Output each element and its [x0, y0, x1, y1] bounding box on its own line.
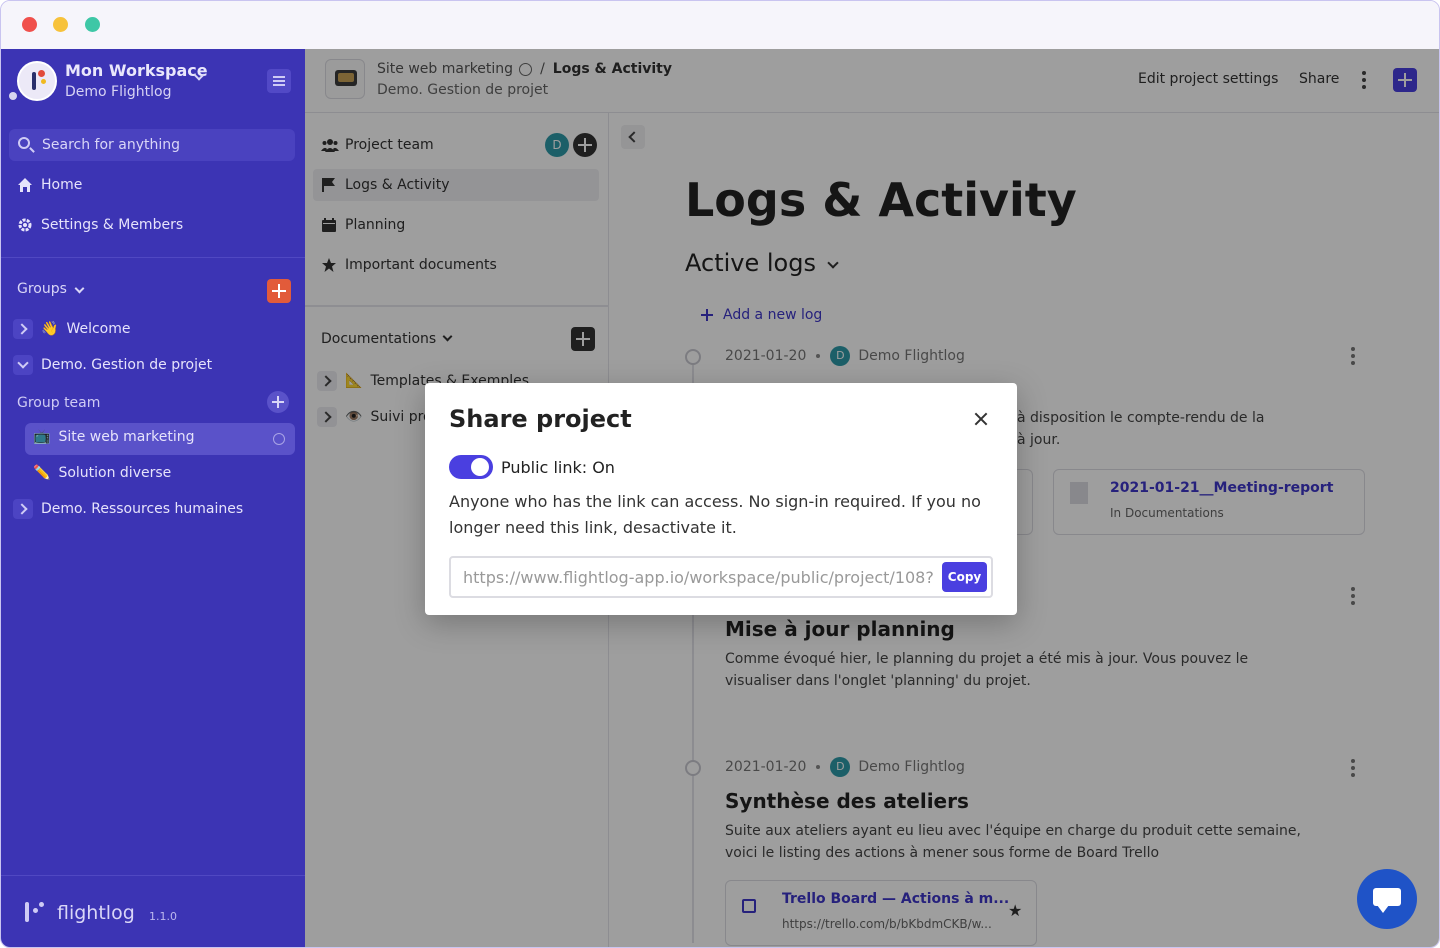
- dialog-description: Anyone who has the link can access. No s…: [449, 492, 981, 537]
- wave-icon: 👋: [41, 321, 59, 337]
- monitor-icon: 📺: [33, 429, 51, 445]
- sidebar-item-label: Settings & Members: [41, 217, 184, 233]
- sidebar-footer: flightlog 1.1.0: [1, 875, 305, 947]
- project-solution-diverse[interactable]: ✏️ Solution diverse: [33, 465, 171, 481]
- chevron-right-icon[interactable]: [13, 319, 33, 339]
- workspace-switcher[interactable]: Mon Workspace Demo Flightlog: [1, 49, 305, 113]
- workspace-name: Mon Workspace: [65, 61, 208, 80]
- search-icon: [18, 137, 30, 149]
- chevron-down-icon[interactable]: [74, 283, 85, 294]
- minimize-window-button[interactable]: [53, 17, 68, 32]
- workspace-logo-icon: [17, 61, 57, 101]
- brand-name: flightlog: [57, 902, 135, 924]
- public-link-toggle[interactable]: [449, 455, 493, 479]
- public-link-input[interactable]: [463, 568, 935, 587]
- sidebar-item-label: Home: [41, 177, 83, 193]
- search-bar[interactable]: Search for anything: [9, 129, 295, 161]
- search-placeholder: Search for anything: [42, 137, 180, 153]
- public-link-field: Copy: [449, 556, 993, 598]
- gear-icon: [17, 217, 33, 233]
- toggle-label: Public link: On: [501, 458, 615, 477]
- close-window-button[interactable]: [22, 17, 37, 32]
- pencil-icon: ✏️: [33, 465, 51, 481]
- add-group-button[interactable]: [267, 279, 291, 303]
- add-project-button[interactable]: [267, 391, 289, 413]
- chevron-right-icon[interactable]: [13, 499, 33, 519]
- tree-item-label: Demo. Ressources humaines: [41, 501, 244, 517]
- divider: [1, 257, 305, 258]
- project-site-web[interactable]: 📺 Site web marketing: [33, 429, 195, 445]
- tree-item-welcome[interactable]: 👋 Welcome: [13, 319, 130, 339]
- maximize-window-button[interactable]: [85, 17, 100, 32]
- close-icon[interactable]: [971, 409, 991, 429]
- copy-button[interactable]: Copy: [942, 562, 987, 592]
- sidebar-menu-button[interactable]: [267, 69, 291, 93]
- dialog-title: Share project: [449, 405, 632, 433]
- status-indicator-icon: [9, 92, 17, 100]
- app-window: Mon Workspace Demo Flightlog Search for …: [0, 0, 1440, 948]
- tree-item-label: Welcome: [66, 321, 131, 337]
- tree-item-label: Site web marketing: [58, 429, 195, 445]
- tree-item-demo-gestion[interactable]: Demo. Gestion de projet: [13, 355, 212, 375]
- chevron-down-icon[interactable]: [13, 355, 33, 375]
- sidebar: Mon Workspace Demo Flightlog Search for …: [1, 49, 305, 947]
- chat-icon[interactable]: [1357, 869, 1417, 929]
- groups-label[interactable]: Groups: [17, 281, 67, 297]
- sidebar-item-settings[interactable]: Settings & Members: [17, 217, 183, 233]
- title-bar: [1, 1, 1439, 49]
- tree-item-label: Solution diverse: [58, 465, 172, 481]
- home-icon: [17, 177, 33, 193]
- app-version: 1.1.0: [149, 910, 177, 923]
- globe-icon: [273, 433, 285, 445]
- group-team-label: Group team: [17, 395, 101, 411]
- share-project-dialog: Share project Public link: On Anyone who…: [425, 383, 1017, 615]
- toggle-knob: [471, 458, 489, 476]
- workspace-user: Demo Flightlog: [65, 84, 172, 100]
- sidebar-item-home[interactable]: Home: [17, 177, 82, 193]
- tree-item-label: Demo. Gestion de projet: [41, 357, 213, 373]
- tree-item-demo-rh[interactable]: Demo. Ressources humaines: [13, 499, 243, 519]
